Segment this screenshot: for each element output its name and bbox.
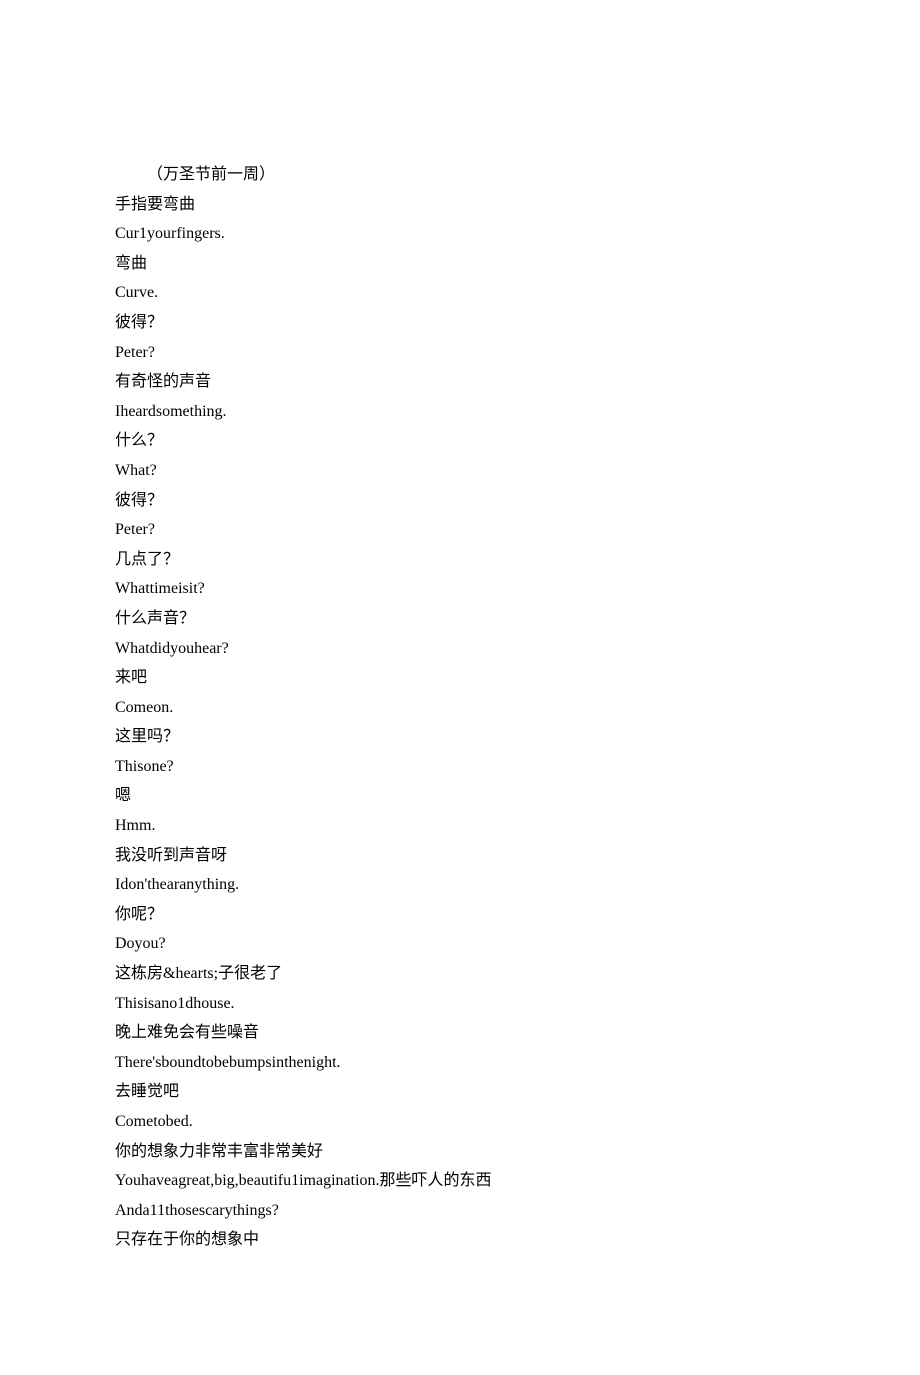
text-line: Thisone? xyxy=(115,752,805,782)
text-line: Curve. xyxy=(115,278,805,308)
text-line: 弯曲 xyxy=(115,249,805,279)
text-line: There'sboundtobebumpsinthenight. xyxy=(115,1048,805,1078)
text-line: 去睡觉吧 xyxy=(115,1077,805,1107)
text-line: Peter? xyxy=(115,338,805,368)
text-line: 几点了？ xyxy=(115,545,805,575)
text-line: Youhaveagreat,big,beautifu1imagination.那… xyxy=(115,1166,805,1196)
text-line: Whatdidyouhear? xyxy=(115,634,805,664)
text-line: 晚上难免会有些噪音 xyxy=(115,1018,805,1048)
text-line: Anda11thosescarythings? xyxy=(115,1196,805,1226)
text-line: 这里吗？ xyxy=(115,722,805,752)
text-line: What? xyxy=(115,456,805,486)
text-line: Doyou? xyxy=(115,929,805,959)
text-line: Cur1yourfingers. xyxy=(115,219,805,249)
text-line: 彼得？ xyxy=(115,308,805,338)
text-line: Peter? xyxy=(115,515,805,545)
text-line: Comeon. xyxy=(115,693,805,723)
text-line: 这栋房&hearts;子很老了 xyxy=(115,959,805,989)
text-line: 手指要弯曲 xyxy=(115,190,805,220)
text-line: 来吧 xyxy=(115,663,805,693)
text-line: 你的想象力非常丰富非常美好 xyxy=(115,1137,805,1167)
text-line: 什么？ xyxy=(115,426,805,456)
text-line: 有奇怪的声音 xyxy=(115,367,805,397)
text-line: 嗯 xyxy=(115,781,805,811)
text-line: Hmm. xyxy=(115,811,805,841)
text-line: 只存在于你的想象中 xyxy=(115,1225,805,1255)
text-line: Iheardsomething. xyxy=(115,397,805,427)
text-line: （万圣节前一周） xyxy=(115,160,805,190)
text-line: 我没听到声音呀 xyxy=(115,841,805,871)
text-line: Whattimeisit? xyxy=(115,574,805,604)
text-line: Idon'thearanything. xyxy=(115,870,805,900)
text-line: 彼得？ xyxy=(115,486,805,516)
document-page: （万圣节前一周） 手指要弯曲 Cur1yourfingers. 弯曲 Curve… xyxy=(0,0,920,1375)
text-line: 你呢？ xyxy=(115,900,805,930)
text-line: Cometobed. xyxy=(115,1107,805,1137)
text-line: 什么声音？ xyxy=(115,604,805,634)
text-line: Thisisano1dhouse. xyxy=(115,989,805,1019)
